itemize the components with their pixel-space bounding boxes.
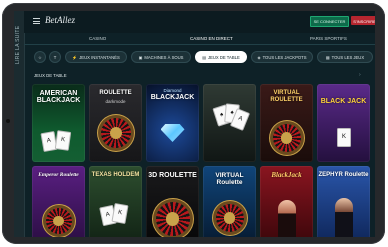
section-title: JEUX DE TABLE <box>34 73 67 78</box>
chip-all-jackpots[interactable]: ◈ TOUS LES JACKPOTS <box>251 51 313 63</box>
roulette-wheel-icon <box>45 208 72 234</box>
nav-live-casino[interactable]: CASINO EN DIRECT <box>190 36 233 41</box>
game-tile[interactable]: BLACK JACK K <box>317 84 370 162</box>
screen: LIRE LA SUITE BetAllez SE CONNECTER S'IN… <box>14 11 375 237</box>
card-icon: K <box>54 130 72 151</box>
login-button[interactable]: SE CONNECTER <box>310 16 349 27</box>
game-tile[interactable]: VIRTUAL Roulette <box>203 166 256 237</box>
game-title: VIRTUAL Roulette <box>215 172 244 186</box>
primary-nav: CASINO CASINO EN DIRECT PARIS SPORTIFS <box>24 33 375 45</box>
menu-icon[interactable] <box>33 18 40 24</box>
game-title: AMERICAN BLACKJACK <box>36 90 81 104</box>
bolt-icon: ⚡ <box>72 55 78 60</box>
game-tile[interactable]: BlackJack <box>260 166 313 237</box>
chip-t[interactable]: T <box>49 51 61 63</box>
top-bar: BetAllez SE CONNECTER S'INSCRIRE <box>24 11 375 33</box>
chevron-right-icon[interactable]: › <box>359 72 361 78</box>
game-tile[interactable]: Diamond BLACKJACK <box>146 84 199 162</box>
chip-instant-games[interactable]: ⚡ JEUX INSTANTANÉS <box>65 51 127 63</box>
chip-favorites[interactable]: ☆ <box>34 51 46 63</box>
table-icon: ▤ <box>202 55 207 60</box>
game-title: 3D ROULETTE <box>148 172 197 179</box>
category-chips: ☆ T ⚡ JEUX INSTANTANÉS ▣ MACHINES À SOUS ▤… <box>24 51 375 65</box>
game-subtitle: Diamond <box>163 88 182 93</box>
game-title: BlackJack <box>271 171 302 179</box>
grid-icon: ▦ <box>325 55 330 60</box>
roulette-wheel-icon <box>155 202 190 236</box>
nav-sports[interactable]: PARIS SPORTIFS <box>310 36 347 41</box>
chip-slots[interactable]: ▣ MACHINES À SOUS <box>131 51 191 63</box>
game-tile[interactable]: ZEPHYR Roulette <box>317 166 370 237</box>
register-button[interactable]: S'INSCRIRE <box>351 16 375 25</box>
logo[interactable]: BetAllez <box>45 15 75 25</box>
nav-casino[interactable]: CASINO <box>89 36 106 41</box>
roulette-wheel-icon <box>272 124 301 152</box>
game-tile[interactable]: Emperor Roulette <box>32 166 85 237</box>
chip-all-games[interactable]: ▦ TOUS LES JEUX <box>317 51 373 63</box>
slot-icon: ▣ <box>138 55 143 60</box>
dealer-figure <box>335 198 353 237</box>
game-title: ROULETTE <box>99 90 132 96</box>
roulette-wheel-icon <box>215 204 244 232</box>
game-title: TEXAS HOLDEM <box>91 172 140 178</box>
card-icon: K <box>337 128 351 147</box>
jackpot-icon: ◈ <box>257 55 261 60</box>
game-title: VIRTUAL ROULETTE <box>270 90 303 103</box>
game-subtitle: darkmode <box>105 99 126 104</box>
dealer-figure <box>278 200 296 237</box>
sidebar-tab[interactable]: LIRE LA SUITE <box>15 25 23 65</box>
camera-dot <box>6 119 10 123</box>
game-tile[interactable]: ROULETTE darkmode <box>89 84 142 162</box>
game-title: BLACKJACK <box>150 94 195 101</box>
tablet-frame: LIRE LA SUITE BetAllez SE CONNECTER S'IN… <box>2 3 385 244</box>
card-icon: K <box>111 202 129 225</box>
game-title: BLACK JACK <box>320 98 367 105</box>
chip-table-games[interactable]: ▤ JEUX DE TABLE <box>195 51 247 63</box>
game-title: Emperor Roulette <box>38 172 79 178</box>
diamond-icon <box>160 124 185 142</box>
game-title: ZEPHYR Roulette <box>318 172 369 178</box>
game-tile[interactable]: ♠ ♠ A <box>203 84 256 162</box>
roulette-wheel-icon <box>100 118 131 148</box>
game-tile[interactable]: 3D ROULETTE <box>146 166 199 237</box>
game-tile[interactable]: AMERICAN BLACKJACK A K <box>32 84 85 162</box>
star-icon: ☆ <box>38 55 42 60</box>
game-tile[interactable]: VIRTUAL ROULETTE <box>260 84 313 162</box>
game-tile[interactable]: TEXAS HOLDEM A K <box>89 166 142 237</box>
